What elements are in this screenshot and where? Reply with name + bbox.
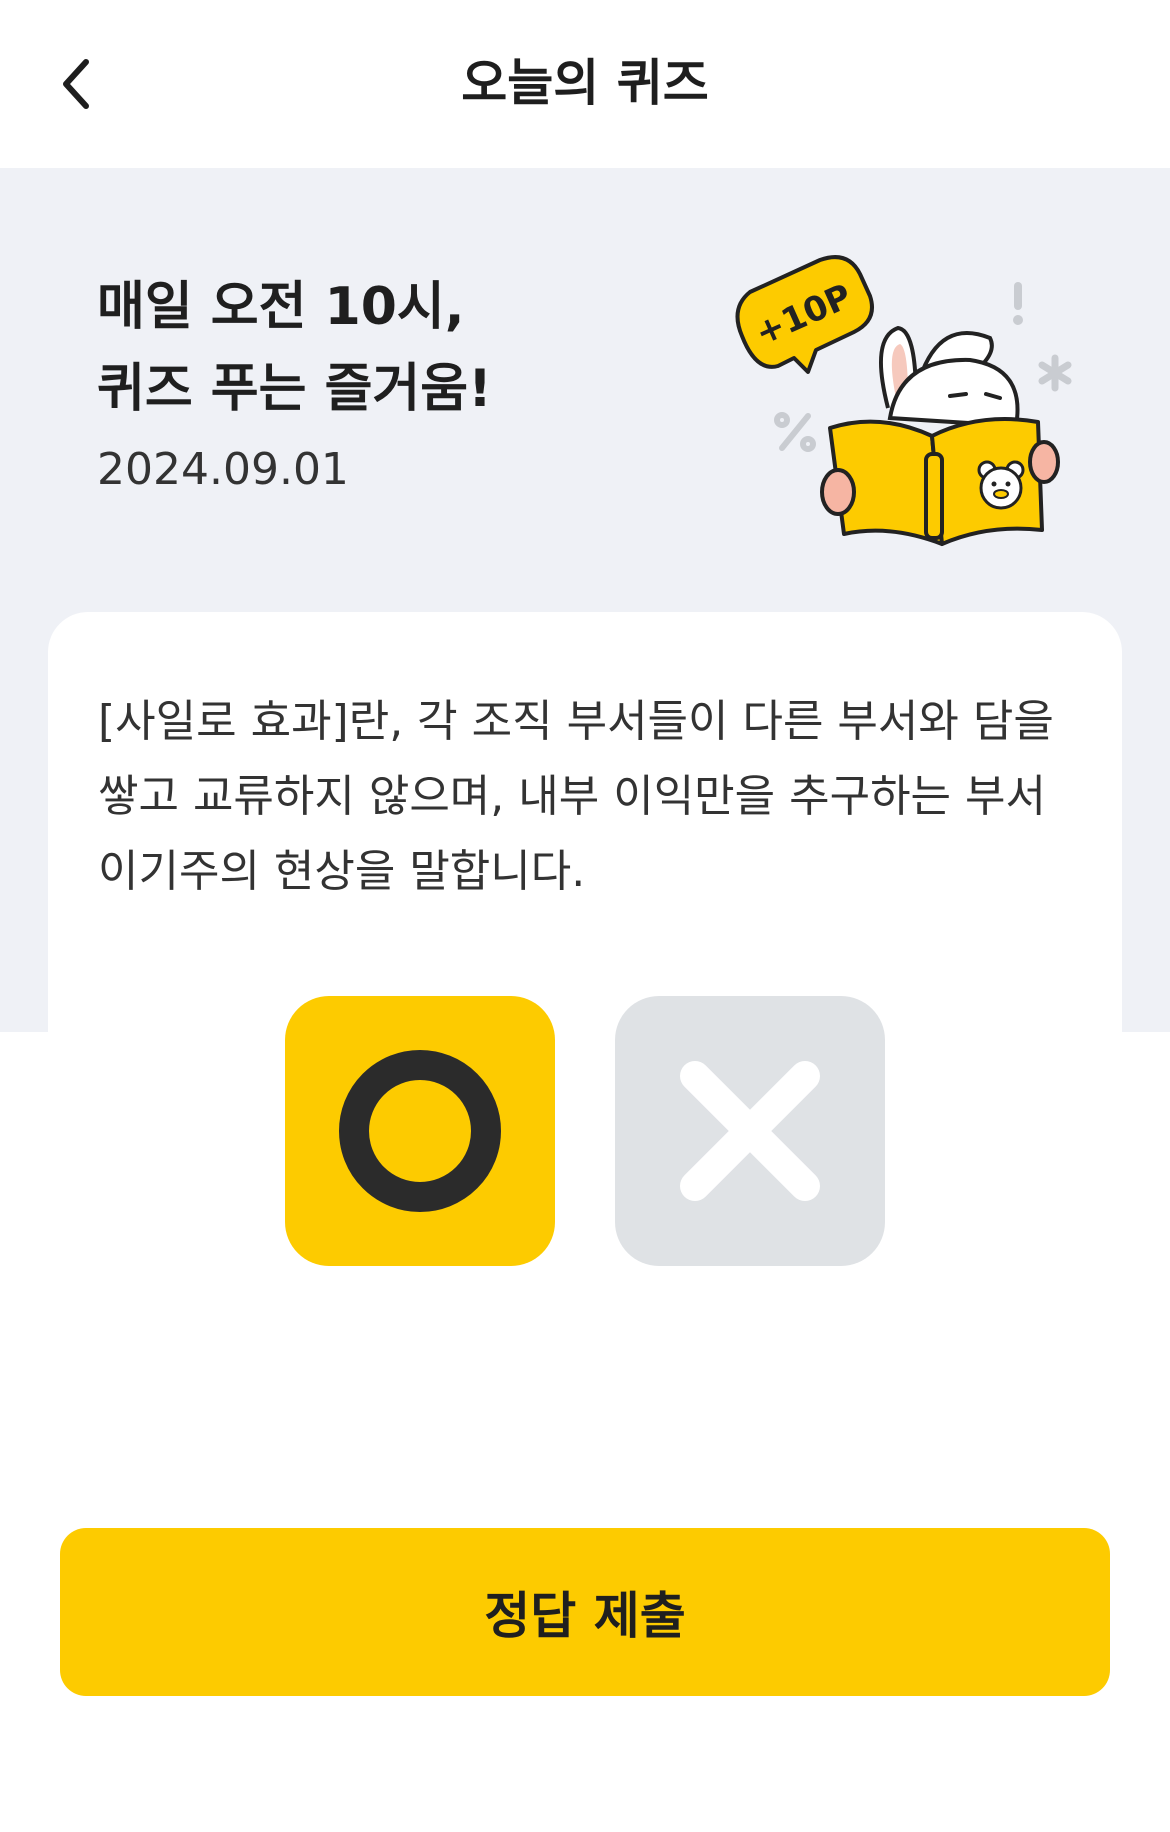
rabbit-reading-book-illustration: +10P — [735, 255, 1072, 546]
submit-answer-button[interactable]: 정답 제출 — [60, 1528, 1110, 1696]
quiz-question: [사일로 효과]란, 각 조직 부서들이 다른 부서와 담을 쌓고 교류하지 않… — [98, 684, 1098, 909]
hero-title-line: 매일 오전 10시, — [97, 277, 465, 337]
quiz-question-line: 쌓고 교류하지 않으며, 내부 이익만을 추구하는 부서 — [98, 771, 1046, 822]
hero-title-line: 퀴즈 푸는 즐거움! — [97, 359, 492, 419]
answer-o-button[interactable]: O — [285, 996, 555, 1266]
points-badge: +10P — [735, 255, 874, 374]
quiz-question-line: [사일로 효과]란, 각 조직 부서들이 다른 부서와 담을 — [98, 696, 1054, 747]
circle-o-icon — [339, 1050, 501, 1212]
asterisk-icon — [1038, 354, 1072, 392]
x-cross-icon — [680, 1061, 820, 1201]
exclamation-icon — [1013, 282, 1023, 325]
answer-x-button[interactable]: X — [615, 996, 885, 1266]
hero-title: 매일 오전 10시, 퀴즈 푸는 즐거움! — [97, 266, 492, 430]
quiz-page: 오늘의 퀴즈 매일 오전 10시, 퀴즈 푸는 즐거움! 2024.09.01 … — [0, 0, 1170, 1832]
percent-icon — [774, 412, 816, 452]
page-title: 오늘의 퀴즈 — [461, 54, 709, 112]
quiz-question-line: 이기주의 현상을 말합니다. — [98, 846, 586, 897]
answer-options: O X — [285, 996, 885, 1268]
quiz-date: 2024.09.01 — [97, 444, 349, 495]
header: 오늘의 퀴즈 — [0, 0, 1170, 168]
quiz-card: [사일로 효과]란, 각 조직 부서들이 다른 부서와 담을 쌓고 교류하지 않… — [48, 612, 1122, 1612]
bear-icon — [977, 460, 1025, 510]
